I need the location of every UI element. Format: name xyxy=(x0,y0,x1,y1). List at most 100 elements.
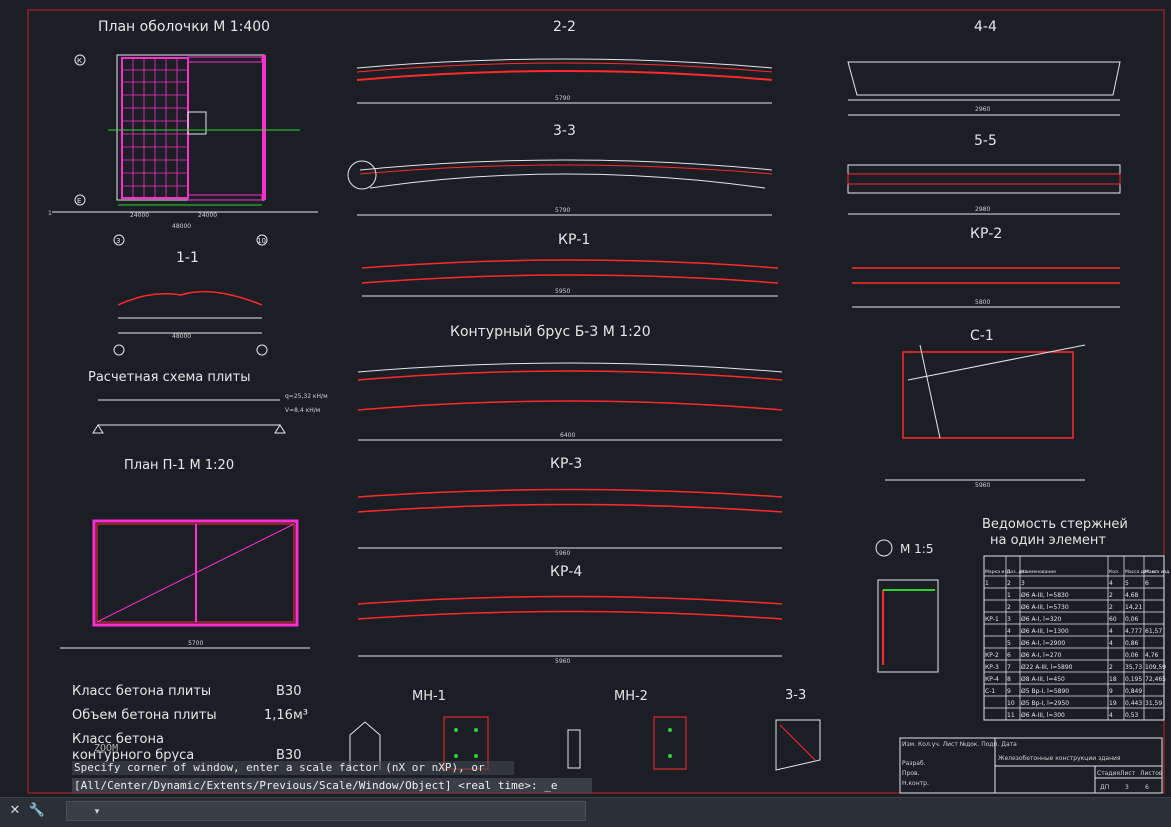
schedule-cell: 5 xyxy=(1125,580,1129,587)
c1-title: С-1 xyxy=(970,328,994,344)
schedule-cell: 18 xyxy=(1109,676,1117,683)
schedule-header-cell: Масса изд. кг xyxy=(1145,569,1171,575)
svg-text:1,16м³: 1,16м³ xyxy=(264,708,308,723)
calc-scheme: q=25,32 кН/м V=8,4 кН/м xyxy=(92,393,328,434)
svg-text:Объем бетона плиты: Объем бетона плиты xyxy=(72,708,217,723)
svg-text:Изм. Кол.уч. Лист №док. Подп.: Изм. Кол.уч. Лист №док. Подп. Дата xyxy=(902,741,1017,748)
schedule-cell: 0,86 xyxy=(1125,640,1139,647)
schedule-cell: 3 xyxy=(1021,580,1025,587)
schedule-border xyxy=(983,555,1165,721)
svg-text:5960: 5960 xyxy=(555,658,570,665)
schedule-cell: Ø6 A-III, l=5830 xyxy=(1021,592,1069,599)
svg-text:q=25,32 кН/м: q=25,32 кН/м xyxy=(285,393,328,400)
node-marker xyxy=(875,539,893,557)
svg-text:Железобетонные конструкции зда: Железобетонные конструкции здания xyxy=(998,755,1121,762)
schedule-cell-border xyxy=(983,707,1007,721)
schedule-cell: 11 xyxy=(1007,712,1015,719)
schedule-cell: 0,06 xyxy=(1125,652,1139,659)
schedule-cell-border xyxy=(1019,575,1109,589)
svg-text:В30: В30 xyxy=(276,684,301,699)
schedule-cell-border xyxy=(983,587,1007,601)
plan-shell-title: План оболочки М 1:400 xyxy=(98,19,270,35)
plan-p1-title: План П-1 М 1:20 xyxy=(124,458,234,473)
schedule-cell: 2 xyxy=(1109,592,1113,599)
svg-text:5790: 5790 xyxy=(555,95,570,102)
close-icon[interactable]: ✕ xyxy=(6,802,24,820)
schedule-cell: 35,73 xyxy=(1125,664,1142,671)
mn1-title: МН-1 xyxy=(412,689,446,704)
schedule-cell: 2 xyxy=(1109,604,1113,611)
section-4-4: 2960 xyxy=(847,61,1121,116)
svg-text:Пров.: Пров. xyxy=(902,770,920,777)
schedule-cell: Ø6 A-III, l=5730 xyxy=(1021,604,1069,611)
svg-text:10: 10 xyxy=(257,237,266,245)
svg-text:К: К xyxy=(77,57,82,65)
drawing-viewport[interactable]: План оболочки М 1:400 К Е 3 10 24000 240… xyxy=(0,0,1171,826)
svg-text:1: 1 xyxy=(48,210,52,217)
wrench-icon[interactable]: 🔧 xyxy=(28,802,46,820)
schedule-cell: 2 xyxy=(1007,604,1011,611)
svg-text:6400: 6400 xyxy=(560,432,575,439)
c1-mesh: 5960 xyxy=(885,344,1086,489)
zoom-command-echo: _ZOOM xyxy=(88,743,119,754)
schedule-cell: Ø8 A-III, l=450 xyxy=(1021,676,1065,683)
schedule-cell: 4,68 xyxy=(1125,592,1139,599)
command-options-line[interactable]: [All/Center/Dynamic/Extents/Previous/Sca… xyxy=(72,778,592,793)
schedule-cell: С-1 xyxy=(985,688,995,695)
schedule-cell: Ø22 A-III, l=5890 xyxy=(1021,664,1073,671)
svg-text:5700: 5700 xyxy=(188,640,203,647)
schedule-cell-border xyxy=(1143,611,1165,625)
schedule-header-cell: Наименование xyxy=(1021,569,1056,575)
svg-text:5790: 5790 xyxy=(555,207,570,214)
schedule-cell: 0,06 xyxy=(1125,616,1139,623)
section-2-2-title: 2-2 xyxy=(553,19,576,35)
schedule-cell: 109,59 xyxy=(1145,664,1166,671)
schedule-cell: КР-4 xyxy=(985,676,999,683)
schedule-cell: 10 xyxy=(1007,700,1015,707)
schedule-cell-border xyxy=(1143,683,1165,697)
schedule-cell: 4 xyxy=(1109,580,1113,587)
svg-text:6: 6 xyxy=(1145,784,1149,791)
schedule-cell: 31,59 xyxy=(1145,700,1162,707)
drawing-canvas[interactable]: План оболочки М 1:400 К Е 3 10 24000 240… xyxy=(0,0,1171,797)
svg-text:5800: 5800 xyxy=(975,299,990,306)
rebar-schedule-table: Марка изд.Поз. дет.Наименование Кол. Масса… xyxy=(983,555,1171,721)
svg-text:48000: 48000 xyxy=(172,223,191,230)
svg-text:5960: 5960 xyxy=(555,550,570,557)
svg-text:V=8,4 кН/м: V=8,4 кН/м xyxy=(285,407,320,414)
schedule-cell: 72,465 xyxy=(1145,676,1166,683)
kr1-frame: 5950 xyxy=(361,259,779,297)
calc-scheme-title: Расчетная схема плиты xyxy=(88,370,250,385)
schedule-cell: 4,777 xyxy=(1125,628,1142,635)
schedule-cell: Ø5 Вр-I, l=5890 xyxy=(1021,688,1069,695)
section-3-3: 5790 xyxy=(347,159,773,216)
kr2-frame: 5800 xyxy=(852,267,1120,308)
svg-text:Н.контр.: Н.контр. xyxy=(902,780,929,787)
schedule-cell: 7 xyxy=(1007,664,1011,671)
chevron-down-icon[interactable]: ▾ xyxy=(88,803,106,821)
schedule-title-2: на один элемент xyxy=(990,533,1106,548)
schedule-cell: Ø6 A-I, l=270 xyxy=(1021,652,1061,659)
svg-text:5950: 5950 xyxy=(555,288,570,295)
schedule-cell: 4,76 xyxy=(1145,652,1159,659)
schedule-cell: 1 xyxy=(985,580,989,587)
schedule-header-cell: Кол. xyxy=(1109,569,1119,575)
section-5-5-title: 5-5 xyxy=(974,133,997,149)
schedule-cell-border xyxy=(1143,707,1165,721)
section-4-4-title: 4-4 xyxy=(974,19,997,35)
svg-text:24000: 24000 xyxy=(130,212,149,219)
contour-beam-title: Контурный брус Б-3 М 1:20 xyxy=(450,324,651,340)
schedule-cell: 61,57 xyxy=(1145,628,1162,635)
plan-shell: К Е 3 10 24000 24000 48000 1 xyxy=(48,54,318,246)
command-line-bar: ✕ 🔧 >_ ▾ xyxy=(0,797,1171,827)
schedule-cell: 1 xyxy=(1007,592,1011,599)
schedule-cell-border xyxy=(983,623,1007,637)
kr3-frame: 5960 xyxy=(357,488,783,557)
schedule-cell-border xyxy=(1107,647,1125,661)
kr2-title: КР-2 xyxy=(970,226,1002,242)
section-3-3b xyxy=(775,719,821,771)
schedule-cell: 60 xyxy=(1109,616,1117,623)
schedule-cell-border xyxy=(1143,599,1165,613)
schedule-cell-border xyxy=(983,635,1007,649)
command-input[interactable] xyxy=(66,801,586,821)
